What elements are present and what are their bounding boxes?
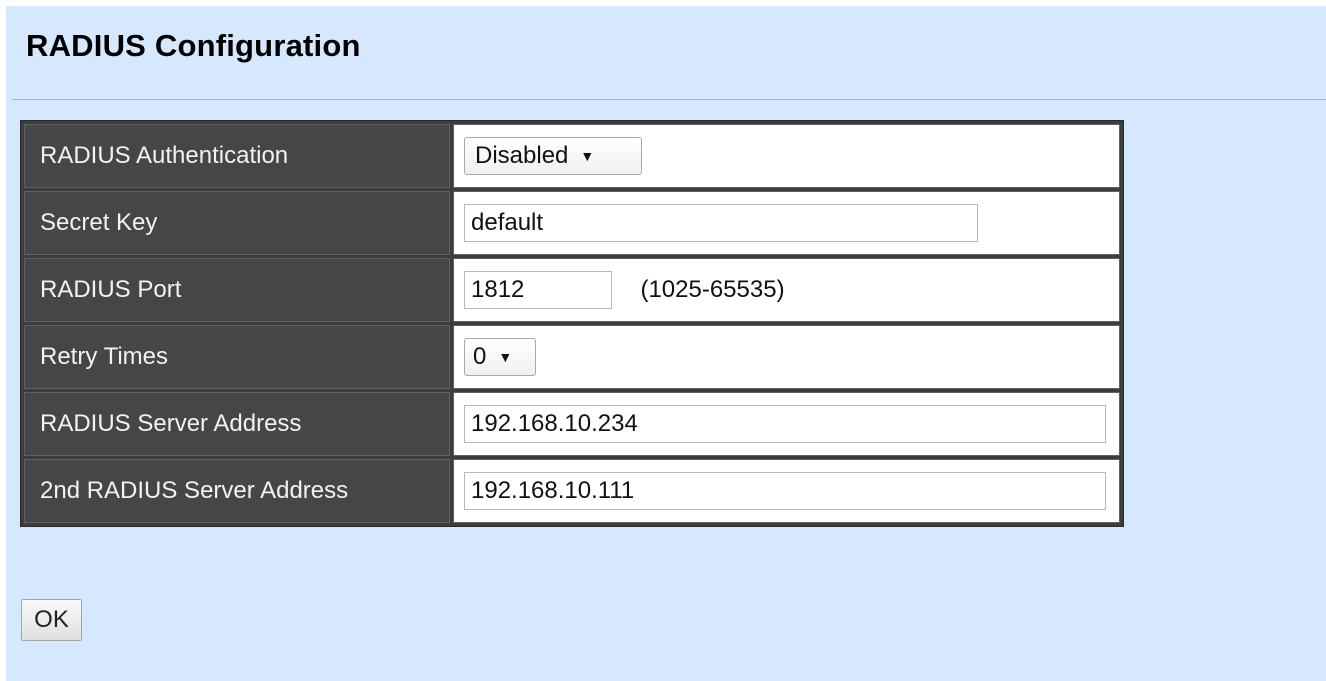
row-radius-server-address: RADIUS Server Address (24, 392, 1120, 456)
retry-times-cell: 0 ▼ (453, 325, 1120, 389)
radius-server-address-label: RADIUS Server Address (24, 392, 450, 456)
radius-port-input[interactable] (464, 271, 612, 309)
title-divider (12, 99, 1326, 100)
radius-authentication-label: RADIUS Authentication (24, 124, 450, 188)
row-secret-key: Secret Key (24, 191, 1120, 255)
radius-port-cell: (1025-65535) (453, 258, 1120, 322)
retry-times-selected: 0 (473, 343, 487, 370)
retry-times-label: Retry Times (24, 325, 450, 389)
radius-config-table: RADIUS Authentication Disabled ▼ Secret … (20, 120, 1124, 527)
radius-server-address-input[interactable] (464, 405, 1106, 443)
page-title: RADIUS Configuration (26, 28, 361, 63)
dropdown-arrow-icon: ▼ (498, 349, 513, 365)
secret-key-cell (453, 191, 1120, 255)
ok-button[interactable]: OK (21, 599, 82, 641)
secret-key-label: Secret Key (24, 191, 450, 255)
second-radius-server-address-label: 2nd RADIUS Server Address (24, 459, 450, 523)
row-radius-port: RADIUS Port (1025-65535) (24, 258, 1120, 322)
row-radius-authentication: RADIUS Authentication Disabled ▼ (24, 124, 1120, 188)
retry-times-select[interactable]: 0 ▼ (464, 338, 536, 376)
radius-port-range-hint: (1025-65535) (640, 276, 785, 303)
radius-port-label: RADIUS Port (24, 258, 450, 322)
second-radius-server-address-cell (453, 459, 1120, 523)
row-retry-times: Retry Times 0 ▼ (24, 325, 1120, 389)
row-2nd-radius-server-address: 2nd RADIUS Server Address (24, 459, 1120, 523)
secret-key-input[interactable] (464, 204, 978, 242)
dropdown-arrow-icon: ▼ (580, 148, 595, 164)
radius-authentication-cell: Disabled ▼ (453, 124, 1120, 188)
second-radius-server-address-input[interactable] (464, 472, 1106, 510)
radius-authentication-select[interactable]: Disabled ▼ (464, 137, 642, 175)
radius-authentication-selected: Disabled (475, 142, 569, 169)
radius-server-address-cell (453, 392, 1120, 456)
